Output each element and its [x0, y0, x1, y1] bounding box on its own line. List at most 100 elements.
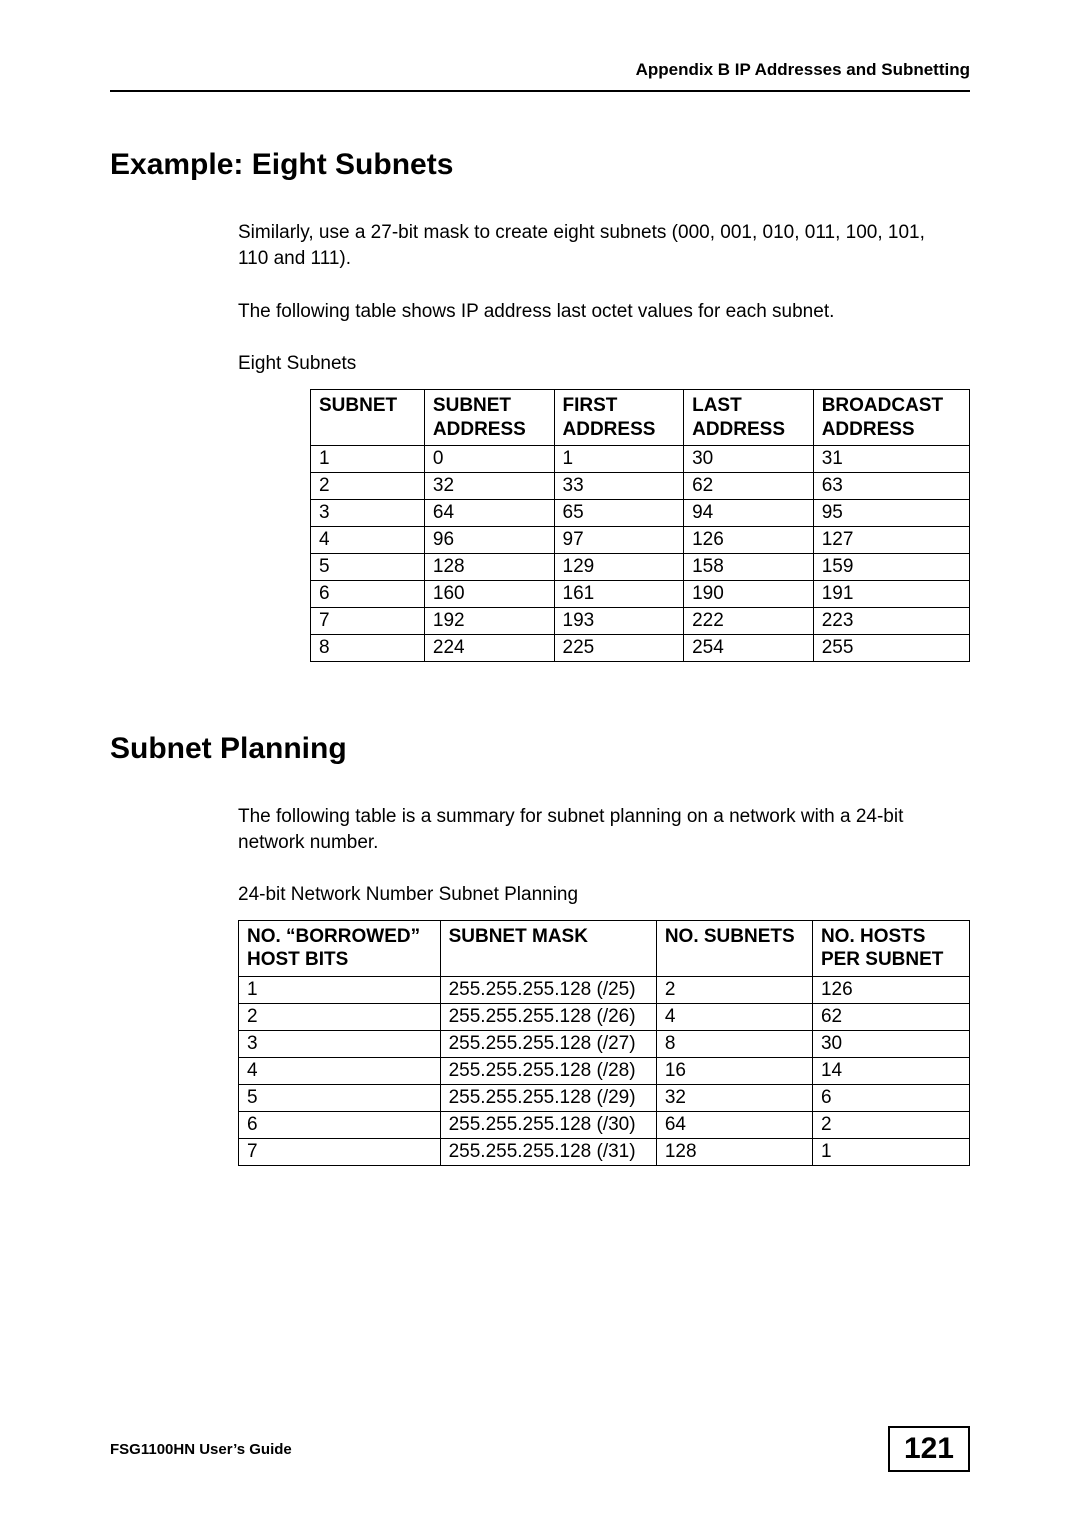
table-row: 6160161190191	[311, 581, 970, 608]
table-cell: 62	[684, 473, 814, 500]
table-header-cell: BROADCAST ADDRESS	[813, 389, 969, 446]
table-cell: 255.255.255.128 (/31)	[440, 1139, 656, 1166]
table-cell: 2	[239, 1004, 441, 1031]
table-cell: 225	[554, 635, 684, 662]
table-cell: 16	[656, 1058, 812, 1085]
section1-para2: The following table shows IP address las…	[238, 299, 960, 325]
section2-body: The following table is a summary for sub…	[238, 804, 960, 905]
section1-para1: Similarly, use a 27-bit mask to create e…	[238, 220, 960, 271]
table-cell: 6	[239, 1112, 441, 1139]
table-cell: 94	[684, 500, 814, 527]
table-cell: 6	[311, 581, 425, 608]
table-row: 1013031	[311, 446, 970, 473]
table-cell: 255.255.255.128 (/28)	[440, 1058, 656, 1085]
section1-body: Similarly, use a 27-bit mask to create e…	[238, 220, 960, 375]
table-cell: 97	[554, 527, 684, 554]
table-cell: 161	[554, 581, 684, 608]
table-cell: 3	[239, 1031, 441, 1058]
table-header-cell: NO. HOSTS PER SUBNET	[812, 920, 969, 977]
table-row: 8224225254255	[311, 635, 970, 662]
table-cell: 1	[812, 1139, 969, 1166]
section2-para1: The following table is a summary for sub…	[238, 804, 960, 855]
table-cell: 6	[812, 1085, 969, 1112]
table-cell: 30	[684, 446, 814, 473]
table-cell: 255	[813, 635, 969, 662]
section2-table-caption: 24-bit Network Number Subnet Planning	[238, 884, 960, 906]
table-cell: 7	[239, 1139, 441, 1166]
table-cell: 8	[311, 635, 425, 662]
page: Appendix B IP Addresses and Subnetting E…	[0, 0, 1080, 1528]
table-cell: 126	[812, 977, 969, 1004]
table-row: 2255.255.255.128 (/26)462	[239, 1004, 970, 1031]
running-header: Appendix B IP Addresses and Subnetting	[110, 60, 970, 92]
table-cell: 8	[656, 1031, 812, 1058]
section-heading-eight-subnets: Example: Eight Subnets	[110, 148, 970, 182]
table-cell: 255.255.255.128 (/25)	[440, 977, 656, 1004]
table-cell: 254	[684, 635, 814, 662]
table-header-cell: SUBNET ADDRESS	[424, 389, 554, 446]
table-cell: 223	[813, 608, 969, 635]
footer-guide-name: FSG1100HN User’s Guide	[110, 1441, 292, 1458]
table-cell: 192	[424, 608, 554, 635]
table-cell: 32	[424, 473, 554, 500]
table-cell: 0	[424, 446, 554, 473]
table-cell: 32	[656, 1085, 812, 1112]
table-row: 7255.255.255.128 (/31)1281	[239, 1139, 970, 1166]
table-cell: 33	[554, 473, 684, 500]
table-header-cell: SUBNET	[311, 389, 425, 446]
section-heading-subnet-planning: Subnet Planning	[110, 732, 970, 766]
table-subnet-planning: NO. “BORROWED” HOST BITSSUBNET MASKNO. S…	[238, 920, 970, 1167]
table-cell: 4	[239, 1058, 441, 1085]
table-cell: 2	[812, 1112, 969, 1139]
table-cell: 190	[684, 581, 814, 608]
table-eight-subnets-wrap: SUBNETSUBNET ADDRESSFIRST ADDRESSLAST AD…	[310, 389, 970, 663]
table-row: 7192193222223	[311, 608, 970, 635]
table-cell: 255.255.255.128 (/30)	[440, 1112, 656, 1139]
table-cell: 5	[311, 554, 425, 581]
table-cell: 14	[812, 1058, 969, 1085]
table-row: 6255.255.255.128 (/30)642	[239, 1112, 970, 1139]
table-cell: 128	[656, 1139, 812, 1166]
table-cell: 193	[554, 608, 684, 635]
table-cell: 31	[813, 446, 969, 473]
table-cell: 4	[311, 527, 425, 554]
table-row: 5128129158159	[311, 554, 970, 581]
table-cell: 96	[424, 527, 554, 554]
table-row: 49697126127	[311, 527, 970, 554]
table-header-cell: SUBNET MASK	[440, 920, 656, 977]
table-cell: 222	[684, 608, 814, 635]
table-row: 3255.255.255.128 (/27)830	[239, 1031, 970, 1058]
table-cell: 4	[656, 1004, 812, 1031]
table-header-cell: NO. SUBNETS	[656, 920, 812, 977]
page-number: 121	[888, 1426, 970, 1472]
table-row: 232336263	[311, 473, 970, 500]
section1-table-caption: Eight Subnets	[238, 353, 960, 375]
table-row: 5255.255.255.128 (/29)326	[239, 1085, 970, 1112]
table-cell: 64	[656, 1112, 812, 1139]
table-cell: 126	[684, 527, 814, 554]
table-cell: 62	[812, 1004, 969, 1031]
table-cell: 2	[311, 473, 425, 500]
table-subnet-planning-wrap: NO. “BORROWED” HOST BITSSUBNET MASKNO. S…	[238, 920, 970, 1167]
table-cell: 128	[424, 554, 554, 581]
table-cell: 3	[311, 500, 425, 527]
table-cell: 95	[813, 500, 969, 527]
table-cell: 5	[239, 1085, 441, 1112]
table-row: 4255.255.255.128 (/28)1614	[239, 1058, 970, 1085]
table-cell: 63	[813, 473, 969, 500]
table-cell: 1	[554, 446, 684, 473]
table-cell: 255.255.255.128 (/27)	[440, 1031, 656, 1058]
table-cell: 65	[554, 500, 684, 527]
table-header-cell: LAST ADDRESS	[684, 389, 814, 446]
table-cell: 255.255.255.128 (/29)	[440, 1085, 656, 1112]
table-cell: 30	[812, 1031, 969, 1058]
table-cell: 191	[813, 581, 969, 608]
table-cell: 158	[684, 554, 814, 581]
table-row: 1255.255.255.128 (/25)2126	[239, 977, 970, 1004]
table-cell: 127	[813, 527, 969, 554]
table-cell: 129	[554, 554, 684, 581]
table-cell: 2	[656, 977, 812, 1004]
table-header-cell: NO. “BORROWED” HOST BITS	[239, 920, 441, 977]
table-cell: 64	[424, 500, 554, 527]
table-cell: 1	[311, 446, 425, 473]
